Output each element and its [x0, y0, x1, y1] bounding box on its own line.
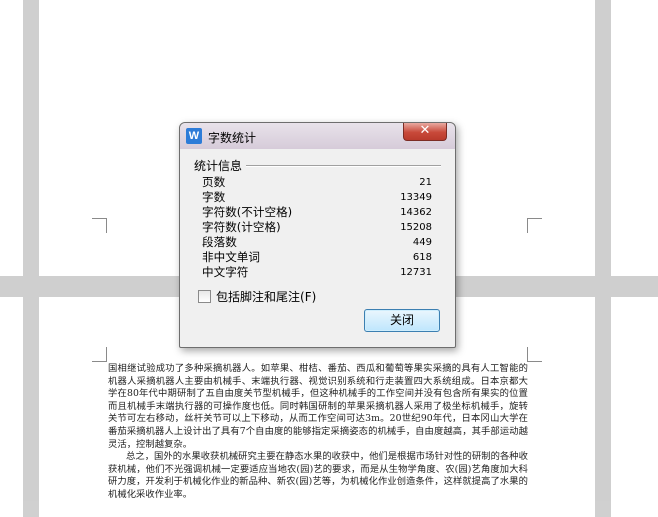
include-footnotes-label[interactable]: 包括脚注和尾注 — [216, 290, 300, 304]
stat-label: 页数 — [202, 175, 226, 189]
stat-value: 14362 — [400, 207, 432, 218]
crop-mark — [527, 347, 542, 362]
stat-value: 15208 — [400, 222, 432, 233]
stat-row: 中文字符 12731 — [202, 265, 432, 280]
stat-value: 13349 — [400, 192, 432, 203]
stat-row: 页数 21 — [202, 175, 432, 190]
stat-value: 618 — [412, 252, 432, 263]
document-body-text[interactable]: 国相继试验成功了多种采摘机器人。如苹果、柑桔、番茄、西瓜和葡萄等果实采摘的具有人… — [108, 363, 528, 502]
dialog-content: 统计信息 页数 21 字数 13349 字符数(不计空格) 14362 字符数(… — [186, 149, 449, 341]
include-footnotes-hotkey: (F) — [300, 290, 317, 304]
close-icon[interactable]: ✕ — [403, 123, 447, 141]
close-button[interactable]: 关闭 — [364, 309, 440, 332]
stat-row: 段落数 449 — [202, 235, 432, 250]
stat-label: 字符数(计空格) — [202, 220, 281, 234]
stat-row: 字符数(计空格) 15208 — [202, 220, 432, 235]
stat-label: 字符数(不计空格) — [202, 205, 293, 219]
stat-value: 449 — [412, 237, 432, 248]
crop-mark — [92, 347, 107, 362]
crop-mark — [92, 218, 107, 233]
group-title: 统计信息 — [194, 157, 247, 174]
page-left-edge — [0, 0, 23, 276]
stat-label: 段落数 — [202, 235, 237, 249]
document-paragraph: 总之，国外的水果收获机械研究主要在静态水果的收获中，他们是根据市场针对性的研制的… — [108, 451, 528, 500]
page-right-edge — [611, 297, 658, 517]
page-right-edge — [611, 0, 658, 276]
crop-mark — [527, 218, 542, 233]
stat-row: 非中文单词 618 — [202, 250, 432, 265]
stat-label: 中文字符 — [202, 265, 249, 279]
stat-row: 字数 13349 — [202, 190, 432, 205]
stat-value: 12731 — [400, 267, 432, 278]
stat-label: 字数 — [202, 190, 226, 204]
word-count-dialog: W 字数统计 ✕ 统计信息 页数 21 字数 13349 字符数(不计空格) 1… — [179, 122, 456, 348]
group-divider — [244, 165, 441, 167]
page-left-edge — [0, 297, 23, 517]
stat-value: 21 — [419, 177, 432, 188]
dialog-title: 字数统计 — [208, 131, 257, 145]
stats-list: 页数 21 字数 13349 字符数(不计空格) 14362 字符数(计空格) … — [202, 175, 432, 280]
include-footnotes-option[interactable]: 包括脚注和尾注(F) — [198, 288, 316, 305]
stat-label: 非中文单词 — [202, 250, 260, 264]
stat-row: 字符数(不计空格) 14362 — [202, 205, 432, 220]
document-paragraph: 国相继试验成功了多种采摘机器人。如苹果、柑桔、番茄、西瓜和葡萄等果实采摘的具有人… — [108, 363, 528, 450]
include-footnotes-checkbox[interactable] — [198, 290, 211, 303]
wps-writer-icon: W — [186, 128, 202, 144]
dialog-titlebar[interactable]: W 字数统计 ✕ — [180, 123, 455, 149]
